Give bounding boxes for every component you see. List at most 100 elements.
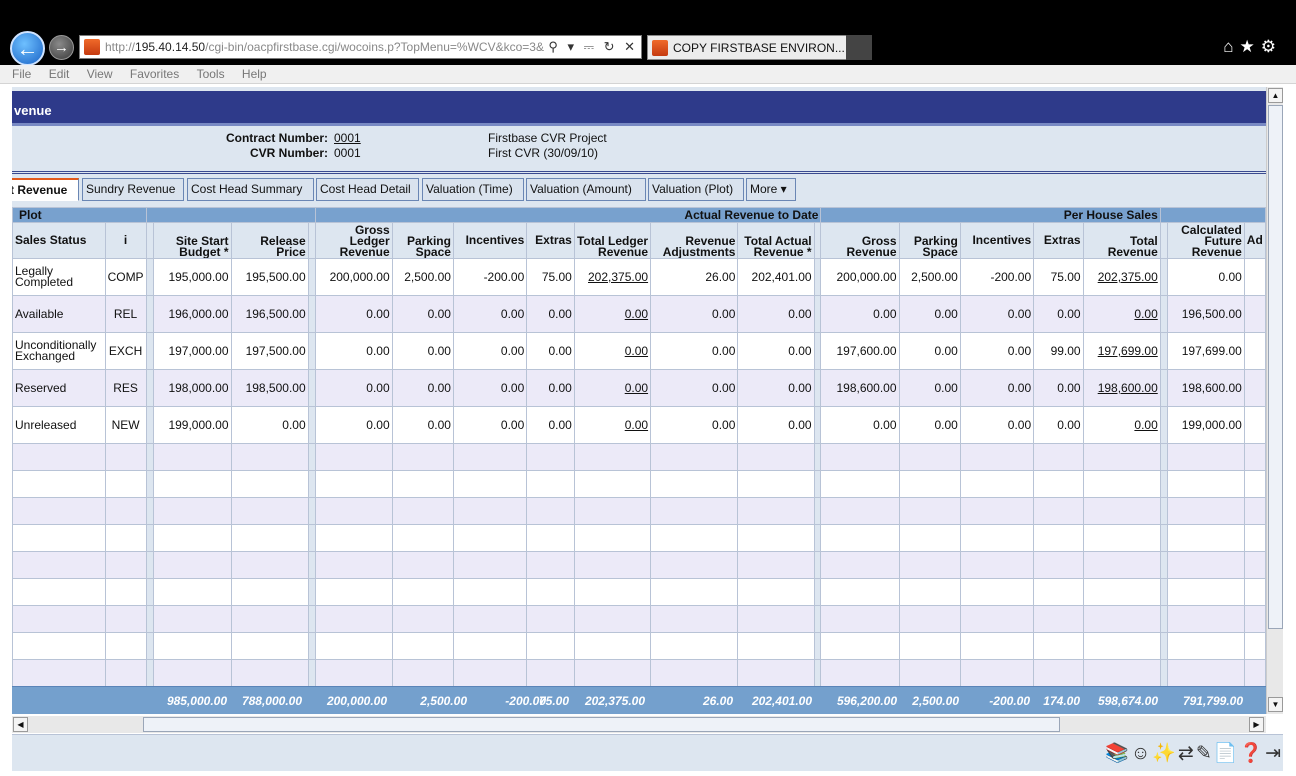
contract-number-link[interactable]: 0001	[334, 131, 361, 145]
col-ph-extras[interactable]: Extras	[1033, 222, 1084, 259]
cell-total-ledger-revenue[interactable]: 202,375.00	[573, 258, 652, 296]
cell-total-ledger-revenue[interactable]: 0.00	[573, 406, 652, 444]
horizontal-scroll-thumb[interactable]	[143, 717, 1060, 732]
new-tab-area[interactable]	[846, 35, 872, 60]
forward-arrow-icon[interactable]: →	[49, 35, 74, 60]
cell-link[interactable]: 202,375.00	[588, 270, 648, 284]
col-parking-space[interactable]: Parking Space	[391, 222, 454, 259]
tab-valuation-time[interactable]: Valuation (Time)	[422, 178, 524, 201]
col-gap	[1159, 497, 1168, 525]
menu-help[interactable]: Help	[242, 67, 267, 81]
table-row[interactable]: Available REL 196,000.00 196,500.00 0.00 0.00…	[12, 295, 1266, 333]
col-gross-revenue[interactable]: Gross Revenue	[820, 222, 900, 259]
empty-row	[12, 443, 1266, 471]
cell-link[interactable]: 0.00	[1134, 307, 1157, 321]
help-icon[interactable]: ❓	[1239, 743, 1265, 764]
col-extras[interactable]: Extras	[526, 222, 575, 259]
cell-total-ledger-revenue[interactable]: 0.00	[573, 369, 652, 407]
menu-view[interactable]: View	[87, 67, 113, 81]
col-gap	[307, 443, 316, 471]
table-row[interactable]: Reserved RES 198,000.00 198,500.00 0.00 0.00 0…	[12, 369, 1266, 407]
col-i[interactable]: i	[104, 222, 147, 259]
tab-valuation-plot[interactable]: Valuation (Plot)	[648, 178, 744, 201]
tab-cost-head-summary[interactable]: Cost Head Summary	[187, 178, 314, 201]
tab-cost-head-detail[interactable]: Cost Head Detail	[316, 178, 419, 201]
tab-sundry-revenue[interactable]: Sundry Revenue	[82, 178, 184, 201]
col-ph-parking-space[interactable]: Parking Space	[898, 222, 961, 259]
revenue-grid: Plot Actual Revenue to Date Per House Sa…	[12, 207, 1266, 687]
col-ad[interactable]: Ad	[1243, 222, 1266, 259]
col-site-start-budget[interactable]: Site Start Budget *	[153, 222, 232, 259]
browser-toolbar-icons[interactable]: ⌂★⚙	[1223, 37, 1282, 57]
menu-favorites[interactable]: Favorites	[130, 67, 179, 81]
col-calculated-future-revenue[interactable]: Calculated Future Revenue	[1166, 222, 1245, 259]
col-gross-ledger-revenue[interactable]: Gross Ledger Revenue	[314, 222, 393, 259]
address-bar[interactable]: http://195.40.14.50/cgi-bin/oacpfirstbas…	[79, 35, 642, 59]
cell-link[interactable]: 197,699.00	[1098, 344, 1158, 358]
pen-icon[interactable]: ✎	[1196, 743, 1214, 764]
smiley-icon[interactable]: ☺	[1131, 743, 1152, 764]
exit-icon[interactable]: ⇥	[1265, 743, 1283, 764]
cell-link[interactable]: 0.00	[625, 344, 648, 358]
cell-link[interactable]: 0.00	[625, 307, 648, 321]
table-row[interactable]: Legally Completed COMP 195,000.00 195,500.0…	[12, 258, 1266, 296]
empty-cell	[1166, 524, 1245, 552]
table-row[interactable]: Unreleased NEW 199,000.00 0.00 0.00 0.00 0.00 0…	[12, 406, 1266, 444]
cell-link[interactable]: 0.00	[625, 418, 648, 432]
empty-cell	[12, 551, 106, 579]
cell-sales-status: Legally Completed	[12, 258, 106, 296]
cell-total-revenue[interactable]: 197,699.00	[1082, 332, 1161, 370]
cell-total-revenue[interactable]: 202,375.00	[1082, 258, 1161, 296]
menu-edit[interactable]: Edit	[49, 67, 70, 81]
cell-total-ledger-revenue[interactable]: 0.00	[573, 295, 652, 333]
cell-total-revenue[interactable]: 198,600.00	[1082, 369, 1161, 407]
cell-link[interactable]: 0.00	[625, 381, 648, 395]
vertical-scroll-thumb[interactable]	[1268, 105, 1283, 629]
cell-total-actual-revenue: 0.00	[737, 369, 815, 407]
sparkle-icon[interactable]: ✨	[1152, 743, 1178, 764]
cell-sales-status: Unconditionally Exchanged	[12, 332, 106, 370]
empty-cell	[153, 632, 232, 660]
books-icon[interactable]: 📚	[1105, 743, 1131, 764]
col-release-price[interactable]: Release Price	[230, 222, 309, 259]
cell-link[interactable]: 198,600.00	[1098, 381, 1158, 395]
empty-cell	[391, 605, 454, 633]
col-total-revenue[interactable]: Total Revenue	[1082, 222, 1161, 259]
browser-tab[interactable]: COPY FIRSTBASE ENVIRON... ✕	[647, 35, 872, 60]
empty-cell	[153, 497, 232, 525]
menu-tools[interactable]: Tools	[197, 67, 225, 81]
cell-total-revenue[interactable]: 0.00	[1082, 295, 1161, 333]
table-row[interactable]: Unconditionally Exchanged EXCH 197,000.00 1…	[12, 332, 1266, 370]
back-arrow-icon[interactable]: ←	[10, 31, 45, 66]
col-total-actual-revenue[interactable]: Total Actual Revenue *	[737, 222, 815, 259]
col-sales-status[interactable]: Sales Status	[12, 222, 106, 259]
menu-file[interactable]: File	[12, 67, 31, 81]
tab-valuation-amount[interactable]: Valuation (Amount)	[526, 178, 646, 201]
scroll-right-icon[interactable]: ▶	[1249, 717, 1264, 732]
tab-title: COPY FIRSTBASE ENVIRON...	[673, 40, 845, 55]
cell-total-ledger-revenue[interactable]: 0.00	[573, 332, 652, 370]
toolbar-icons[interactable]: 📚☺✨⇄✎📄❓⇥	[1105, 741, 1283, 765]
horizontal-scrollbar[interactable]: ◀ ▶	[12, 716, 1266, 733]
document-icon[interactable]: 📄	[1214, 743, 1240, 764]
tab-revenue[interactable]: t Revenue	[12, 178, 79, 201]
cell-ph-parking-space: 2,500.00	[898, 258, 961, 296]
tab-more[interactable]: More ▾	[746, 178, 796, 201]
col-incentives[interactable]: Incentives	[452, 222, 528, 259]
empty-cell	[959, 497, 1035, 525]
scroll-down-icon[interactable]: ▼	[1268, 697, 1283, 712]
cell-total-revenue[interactable]: 0.00	[1082, 406, 1161, 444]
cell-link[interactable]: 0.00	[1134, 418, 1157, 432]
transfer-icon[interactable]: ⇄	[1178, 743, 1196, 764]
col-total-ledger-revenue[interactable]: Total Ledger Revenue	[573, 222, 652, 259]
vertical-scrollbar[interactable]: ▲ ▼	[1266, 87, 1283, 714]
scroll-up-icon[interactable]: ▲	[1268, 88, 1283, 103]
empty-cell	[1243, 524, 1266, 552]
cvr-number-value: 0001	[334, 146, 361, 160]
cell-link[interactable]: 202,375.00	[1098, 270, 1158, 284]
empty-cell	[391, 443, 454, 471]
col-revenue-adjustments[interactable]: Revenue Adjustments	[650, 222, 739, 259]
scroll-left-icon[interactable]: ◀	[13, 717, 28, 732]
col-ph-incentives[interactable]: Incentives	[959, 222, 1035, 259]
address-tools-icon[interactable]: ⚲ ▾ ⎓ ↻ ✕	[544, 39, 638, 55]
